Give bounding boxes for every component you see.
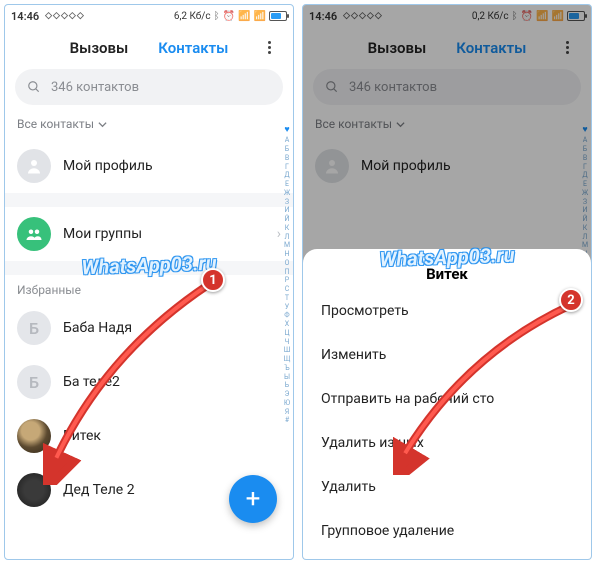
- az-letter[interactable]: Ы: [284, 373, 290, 382]
- az-letter[interactable]: Й: [285, 215, 290, 224]
- az-letter[interactable]: С: [285, 285, 290, 294]
- contact-name: Ба теле2: [63, 374, 281, 390]
- az-letter[interactable]: Ж: [284, 189, 290, 198]
- az-letter[interactable]: Г: [285, 163, 289, 172]
- tab-calls[interactable]: Вызовы: [70, 39, 129, 57]
- az-letter[interactable]: Ф: [284, 311, 289, 320]
- favorites-header: Избранные: [5, 275, 293, 301]
- az-letter[interactable]: О: [285, 259, 290, 268]
- az-letter[interactable]: Ъ: [284, 364, 289, 373]
- chevron-right-icon: ›: [277, 226, 281, 242]
- status-bar: 14:46 ◇◇◇◇◇ 6,2 Кб/с ᛒ ⏰ 📶 📶: [5, 5, 293, 27]
- contact-name: Баба Надя: [63, 320, 281, 336]
- avatar-placeholder-icon: [17, 149, 51, 183]
- az-letter[interactable]: Д: [284, 171, 289, 180]
- contact-row[interactable]: Б Ба теле2: [5, 355, 293, 409]
- avatar-photo: [17, 473, 51, 507]
- az-letter[interactable]: Л: [285, 233, 290, 242]
- contacts-filter[interactable]: Все контакты: [5, 113, 293, 139]
- az-letter[interactable]: Т: [285, 294, 289, 303]
- battery-icon: [269, 11, 287, 21]
- az-letter[interactable]: Э: [285, 390, 290, 399]
- section-spacer: [5, 261, 293, 275]
- az-letter[interactable]: #: [285, 416, 289, 425]
- search-input[interactable]: 346 контактов: [15, 69, 283, 105]
- az-letter[interactable]: К: [285, 224, 290, 233]
- search-placeholder: 346 контактов: [51, 80, 139, 95]
- az-letter[interactable]: У: [285, 303, 289, 312]
- tabs: Вызовы Контакты: [5, 27, 293, 69]
- az-letter[interactable]: Ю: [284, 399, 290, 408]
- status-net: 6,2 Кб/с: [174, 11, 211, 22]
- az-letter[interactable]: П: [285, 268, 290, 277]
- sheet-option-send-home[interactable]: Отправить на рабочий сто: [303, 377, 591, 421]
- az-letter[interactable]: Н: [285, 250, 290, 259]
- avatar-letter: Б: [17, 311, 51, 345]
- filter-label: Все контакты: [17, 117, 94, 131]
- az-letter[interactable]: Щ: [284, 355, 291, 364]
- favorites-heart-icon[interactable]: ♥: [284, 125, 289, 136]
- contact-row-vitek[interactable]: Витек: [5, 409, 293, 463]
- groups-icon: [17, 217, 51, 251]
- chevron-down-icon: [98, 120, 107, 129]
- az-letter[interactable]: Ц: [284, 329, 289, 338]
- sheet-title: Витек: [303, 261, 591, 289]
- status-notif-icons: ◇◇◇◇◇: [45, 11, 85, 21]
- bluetooth-icon: ᛒ: [214, 11, 220, 22]
- az-letter[interactable]: Ь: [285, 381, 289, 390]
- az-index[interactable]: ♥ АБВГДЕЖЗИЙКЛМНОПРСТУФХЦЧШЩЪЫЬЭЮЯ#: [282, 125, 292, 549]
- sheet-option-view[interactable]: Просмотреть: [303, 289, 591, 333]
- avatar-letter: Б: [17, 365, 51, 399]
- row-my-profile[interactable]: Мой профиль: [5, 139, 293, 193]
- sheet-option-group-delete[interactable]: Групповое удаление: [303, 509, 591, 553]
- row-label: Мой профиль: [63, 158, 281, 174]
- overflow-menu-icon[interactable]: [259, 37, 279, 57]
- az-letter[interactable]: В: [285, 154, 289, 163]
- az-letter[interactable]: Я: [285, 408, 289, 417]
- row-my-groups[interactable]: Мои группы ›: [5, 207, 293, 261]
- status-time: 14:46: [11, 10, 39, 23]
- az-letter[interactable]: И: [285, 206, 290, 215]
- sheet-option-delete[interactable]: Удалить: [303, 465, 591, 509]
- phone-right: 14:46 ◇◇◇◇◇ 0,2 Кб/с ᛒ ⏰ 📶 📶 Вызовы Конт…: [302, 4, 592, 560]
- row-label: Мои группы: [63, 226, 265, 242]
- contact-name: Витек: [63, 428, 281, 444]
- az-letter[interactable]: Е: [285, 180, 289, 189]
- contact-row[interactable]: Б Баба Надя: [5, 301, 293, 355]
- alarm-icon: ⏰: [223, 11, 235, 22]
- az-letter[interactable]: З: [285, 198, 289, 207]
- az-letter[interactable]: А: [285, 136, 290, 145]
- add-contact-fab[interactable]: +: [229, 475, 277, 523]
- avatar-photo: [17, 419, 51, 453]
- az-letter[interactable]: Ч: [285, 338, 290, 347]
- wifi-icon: 📶: [254, 11, 266, 22]
- section-spacer: [5, 193, 293, 207]
- sheet-option-edit[interactable]: Изменить: [303, 333, 591, 377]
- az-letter[interactable]: Р: [285, 276, 289, 285]
- az-letter[interactable]: Ш: [284, 346, 291, 355]
- az-letter[interactable]: Х: [285, 320, 289, 329]
- tab-contacts[interactable]: Контакты: [158, 39, 228, 57]
- signal-icon: 📶: [238, 11, 250, 22]
- plus-icon: +: [246, 484, 261, 514]
- context-sheet: Витек Просмотреть Изменить Отправить на …: [303, 249, 591, 559]
- az-letter[interactable]: М: [284, 241, 290, 250]
- az-letter[interactable]: Б: [285, 145, 289, 154]
- phone-left: 14:46 ◇◇◇◇◇ 6,2 Кб/с ᛒ ⏰ 📶 📶 Вызовы Конт…: [4, 4, 294, 560]
- search-icon: [27, 80, 41, 94]
- sheet-option-remove-fav[interactable]: Удалить из ных: [303, 421, 591, 465]
